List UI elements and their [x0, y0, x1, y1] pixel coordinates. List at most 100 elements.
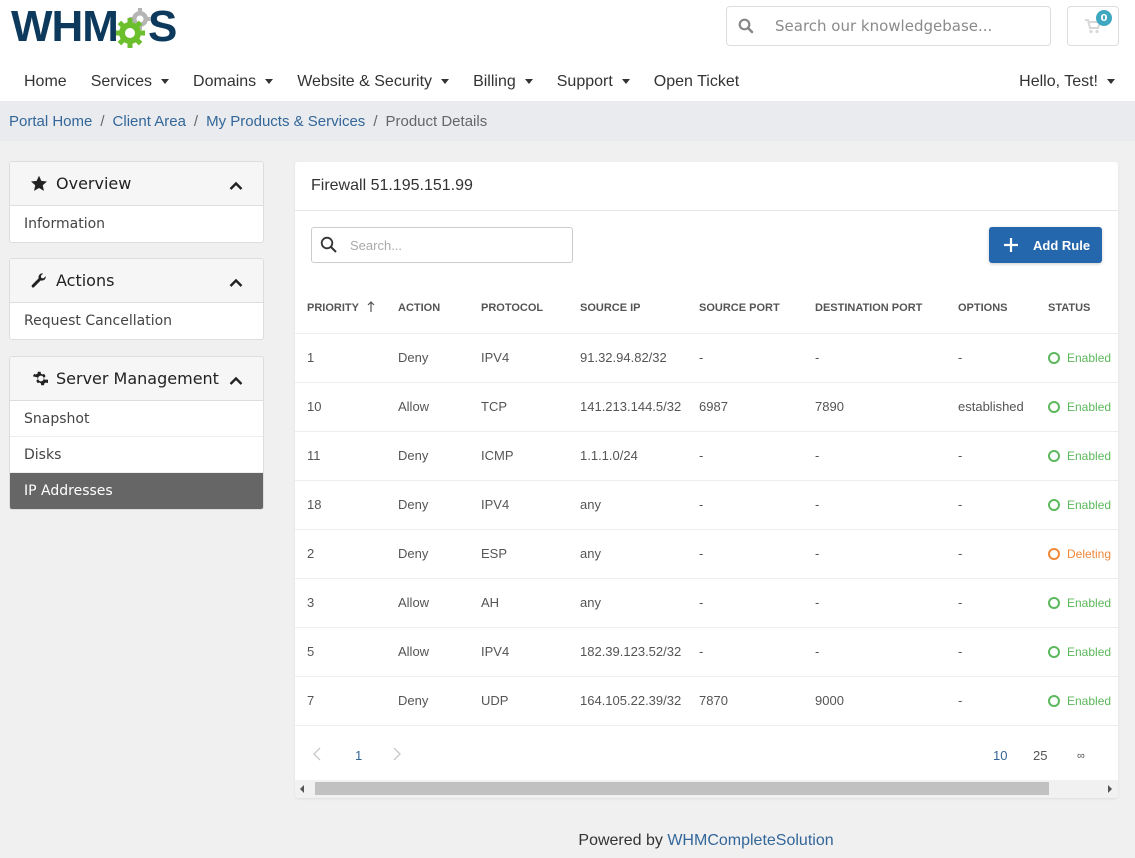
- cell-priority: 7: [295, 676, 398, 726]
- table-row[interactable]: 3 Allow AH any - - - Enabled: [295, 578, 1118, 628]
- breadcrumb-my-products[interactable]: My Products & Services: [206, 113, 365, 130]
- sidebar-item-request-cancellation[interactable]: Request Cancellation: [10, 303, 263, 339]
- plus-icon: [989, 237, 1033, 253]
- cell-source-ip: 164.105.22.39/32: [580, 676, 699, 726]
- status-badge: Enabled: [1048, 596, 1118, 610]
- table-row[interactable]: 11 Deny ICMP 1.1.1.0/24- - - Enabled: [295, 431, 1118, 481]
- cell-protocol: IPV4: [481, 480, 580, 530]
- column-header-destination-port[interactable]: DESTINATION PORT: [815, 284, 958, 334]
- cell-protocol: ESP: [481, 529, 580, 579]
- horizontal-scrollbar[interactable]: [295, 780, 1118, 798]
- panel-header-server-management[interactable]: Server Management: [10, 357, 263, 401]
- cart-button[interactable]: 0: [1067, 6, 1119, 46]
- per-page-all-button[interactable]: ∞: [1077, 750, 1085, 762]
- status-label: Enabled: [1067, 399, 1112, 414]
- status-circle-icon: [1048, 547, 1060, 560]
- knowledgebase-search-input[interactable]: [765, 17, 1050, 35]
- column-header-options[interactable]: OPTIONS: [958, 284, 1048, 334]
- table-row[interactable]: 18 Deny IPV4 any - - - Enabled: [295, 480, 1118, 530]
- cell-priority: 11: [295, 431, 398, 481]
- user-menu[interactable]: Hello, Test!: [1019, 62, 1115, 101]
- table-row[interactable]: 10 Allow TCP 141.213.144.5/32 6987 7890 establ…: [295, 382, 1118, 432]
- wrench-icon: [30, 272, 48, 290]
- sidebar-panel-actions: Actions Request Cancellation: [9, 258, 264, 340]
- table-row[interactable]: 7 Deny UDP 164.105.22.39/32 7870 9000- Enabled: [295, 676, 1118, 726]
- panel-header-actions[interactable]: Actions: [10, 259, 263, 303]
- per-page-25-button[interactable]: 25: [1033, 748, 1047, 763]
- add-rule-label: Add Rule: [1033, 237, 1091, 253]
- sidebar-item-ip-addresses[interactable]: IP Addresses: [10, 473, 263, 509]
- cell-action: Deny: [398, 529, 481, 579]
- knowledgebase-search[interactable]: [726, 6, 1051, 46]
- column-label: STATUS: [1048, 302, 1091, 315]
- firewall-card: Firewall 51.195.151.99 Add Rule PRIORITY…: [295, 162, 1118, 798]
- column-header-source-port[interactable]: SOURCE PORT: [699, 284, 815, 334]
- panel-title: Server Management: [56, 369, 219, 388]
- panel-header-overview[interactable]: Overview: [10, 162, 263, 206]
- nav-billing[interactable]: Billing: [461, 62, 545, 101]
- footer-link[interactable]: WHMCompleteSolution: [667, 832, 833, 849]
- cell-source-port: -: [699, 529, 815, 579]
- card-title: Firewall 51.195.151.99: [295, 162, 1118, 211]
- cell-priority: 1: [295, 333, 398, 383]
- whmcs-logo[interactable]: WHM S: [11, 5, 177, 49]
- cell-protocol: IPV4: [481, 333, 580, 383]
- cell-protocol: AH: [481, 578, 580, 628]
- sidebar-item-disks[interactable]: Disks: [10, 437, 263, 473]
- cell-action: Deny: [398, 480, 481, 530]
- column-header-protocol[interactable]: PROTOCOL: [481, 284, 580, 334]
- breadcrumb-separator: /: [193, 112, 199, 130]
- breadcrumb-separator: /: [100, 112, 105, 130]
- nav-open-ticket[interactable]: Open Ticket: [642, 62, 751, 101]
- cell-action: Allow: [398, 627, 481, 677]
- caret-down-icon: [621, 79, 630, 84]
- table-row[interactable]: 5 Allow IPV4 182.39.123.52/32- - - Enabled: [295, 627, 1118, 677]
- cell-options: -: [958, 333, 1048, 383]
- rules-search-input[interactable]: [346, 237, 572, 253]
- column-header-source-ip[interactable]: SOURCE IP: [580, 284, 699, 334]
- breadcrumb-client-area[interactable]: Client Area: [113, 113, 186, 130]
- nav-website-security[interactable]: Website & Security: [285, 62, 461, 101]
- sidebar-item-snapshot[interactable]: Snapshot: [10, 401, 263, 437]
- cell-options: -: [958, 480, 1048, 530]
- breadcrumb-portal-home[interactable]: Portal Home: [9, 113, 92, 130]
- nav-label: Billing: [473, 72, 516, 90]
- table-row[interactable]: 1 Deny IPV4 91.32.94.82/32- - - Enabled: [295, 333, 1118, 383]
- cell-priority: 5: [295, 627, 398, 677]
- page-number-button[interactable]: 1: [355, 748, 362, 763]
- sidebar-panel-server-management: Server Management Snapshot Disks IP Addr…: [9, 356, 264, 510]
- previous-page-button[interactable]: [313, 747, 321, 764]
- status-badge: Enabled: [1048, 351, 1118, 365]
- status-badge: Deleting: [1048, 547, 1118, 561]
- column-header-action[interactable]: ACTION: [398, 284, 481, 334]
- column-header-status[interactable]: STATUS: [1048, 284, 1118, 334]
- cell-source-port: -: [699, 627, 815, 677]
- cell-protocol: UDP: [481, 676, 580, 726]
- sidebar-item-information[interactable]: Information: [10, 206, 263, 242]
- column-label: SOURCE IP: [580, 302, 641, 315]
- status-badge: Enabled: [1048, 400, 1118, 414]
- nav-domains[interactable]: Domains: [181, 62, 285, 101]
- per-page-10-button[interactable]: 10: [993, 748, 1007, 763]
- chevron-up-icon[interactable]: [229, 176, 243, 195]
- status-label: Enabled: [1067, 595, 1112, 610]
- rules-search[interactable]: [311, 227, 573, 263]
- nav-label: Website & Security: [297, 72, 433, 90]
- scroll-left-arrow-icon[interactable]: [300, 785, 304, 793]
- next-page-button[interactable]: [393, 747, 401, 764]
- cell-status: Enabled: [1048, 676, 1118, 726]
- nav-home[interactable]: Home: [0, 62, 79, 101]
- status-label: Enabled: [1067, 693, 1112, 708]
- scrollbar-thumb[interactable]: [315, 782, 1049, 795]
- table-row[interactable]: 2 Deny ESP any - - - Deleting: [295, 529, 1118, 579]
- add-rule-button[interactable]: Add Rule: [989, 227, 1102, 263]
- nav-support[interactable]: Support: [545, 62, 642, 101]
- chevron-up-icon[interactable]: [229, 371, 243, 390]
- cell-destination-port: -: [815, 578, 958, 628]
- column-header-priority[interactable]: PRIORITY: [295, 284, 398, 334]
- cell-options: -: [958, 676, 1048, 726]
- cell-protocol: ICMP: [481, 431, 580, 481]
- chevron-up-icon[interactable]: [229, 273, 243, 292]
- nav-services[interactable]: Services: [79, 62, 181, 101]
- scroll-right-arrow-icon[interactable]: [1108, 785, 1112, 793]
